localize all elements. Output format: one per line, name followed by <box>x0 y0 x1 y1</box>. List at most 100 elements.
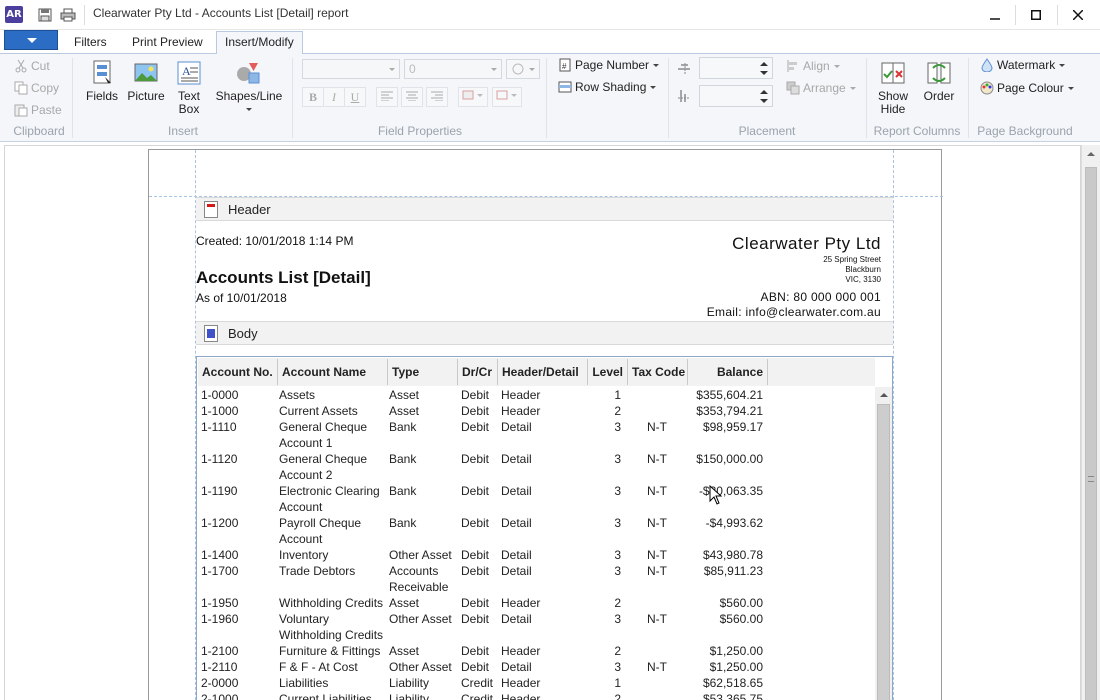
table-row[interactable]: 1-1700 Trade Debtors Accounts Receivable Deb… <box>197 563 894 595</box>
top-position-spinner[interactable] <box>699 85 773 107</box>
minimize-button[interactable] <box>974 0 1016 30</box>
fields-button[interactable]: Fields <box>84 59 120 103</box>
cell-name: Withholding Credits <box>279 628 384 642</box>
cell-no: 1-1200 <box>201 516 239 530</box>
cell-level: 3 <box>614 516 621 530</box>
cell-type: Liability <box>389 676 430 690</box>
table-row[interactable]: 2-0000 Liabilities Liability Credit Header 1 $… <box>197 675 894 691</box>
table-row[interactable]: 1-1960 Voluntary Withholding Credits Other … <box>197 611 894 643</box>
table-row[interactable]: 1-1400 Inventory Other Asset Debit Detail 3 N-… <box>197 547 894 563</box>
tab-insert-modify[interactable]: Insert/Modify <box>216 31 303 55</box>
address-line-3[interactable]: VIC, 3130 <box>845 275 881 284</box>
table-vertical-scrollbar[interactable] <box>875 387 892 700</box>
page-background-group-label: Page Background <box>977 124 1073 138</box>
show-hide-button[interactable]: Show Hide <box>874 59 912 116</box>
font-size-combo[interactable]: 0 <box>404 59 502 79</box>
fill-color-button[interactable] <box>458 87 488 107</box>
border-color-button[interactable] <box>492 87 522 107</box>
column-header-level[interactable]: Level <box>588 359 628 385</box>
table-row[interactable]: 1-1110 General Cheque Account 1 Bank Debit De… <box>197 419 894 451</box>
print-icon[interactable] <box>60 7 76 23</box>
cell-no: 1-1190 <box>201 484 238 498</box>
canvas-vertical-scrollbar[interactable] <box>1081 145 1100 700</box>
pen-icon <box>512 63 524 75</box>
left-position-spinner[interactable] <box>699 57 773 79</box>
arrange-button[interactable]: Arrange <box>786 79 856 97</box>
group-separator <box>292 58 293 138</box>
cell-level: 2 <box>614 692 621 700</box>
bold-button[interactable]: B <box>302 87 324 107</box>
page-number-button[interactable]: # Page Number <box>558 56 660 74</box>
font-color-button[interactable] <box>506 59 540 79</box>
align-button[interactable]: Align <box>786 57 840 75</box>
cut-button[interactable]: Cut <box>14 57 50 75</box>
font-size-value: 0 <box>409 62 416 76</box>
column-header-dr-cr[interactable]: Dr/Cr <box>458 359 498 385</box>
column-header-header-detail[interactable]: Header/Detail <box>498 359 588 385</box>
table-row[interactable]: 1-2100 Furniture & Fittings Asset Debit Head… <box>197 643 894 659</box>
spin-up-icon <box>760 90 768 94</box>
table-row[interactable]: 1-1190 Electronic Clearing Account Bank Debi… <box>197 483 894 515</box>
report-title[interactable]: Accounts List [Detail] <box>196 268 371 288</box>
close-button[interactable] <box>1057 0 1099 30</box>
scroll-up-icon[interactable] <box>880 393 888 397</box>
table-row[interactable]: 1-0000 Assets Asset Debit Header 1 $355,604.21 <box>197 387 894 403</box>
tab-print-preview[interactable]: Print Preview <box>124 33 211 54</box>
picture-button[interactable]: Picture <box>126 59 166 103</box>
cell-tax: N-T <box>647 564 667 578</box>
table-row[interactable]: 1-1200 Payroll Cheque Account Bank Debit Deta… <box>197 515 894 547</box>
column-header-account-name[interactable]: Account Name <box>278 359 388 385</box>
cell-level: 3 <box>614 612 621 626</box>
column-header-type[interactable]: Type <box>388 359 458 385</box>
align-center-button[interactable] <box>401 87 423 107</box>
column-header-tax-code[interactable]: Tax Code <box>628 359 688 385</box>
maximize-button[interactable] <box>1015 0 1057 30</box>
cell-hd: Detail <box>501 612 532 626</box>
table-row[interactable]: 2-1000 Current Liabilities Liability Credit… <box>197 691 894 700</box>
table-row[interactable]: 1-1120 General Cheque Account 2 Bank Debit De… <box>197 451 894 483</box>
paste-button[interactable]: Paste <box>14 101 62 119</box>
row-shading-button[interactable]: Row Shading <box>558 78 657 96</box>
address-line-1[interactable]: 25 Spring Street <box>823 255 881 264</box>
abn-text[interactable]: ABN: 80 000 000 001 <box>761 290 881 304</box>
scrollbar-thumb[interactable] <box>877 404 890 700</box>
picture-icon <box>134 63 158 82</box>
column-header-account-no[interactable]: Account No. <box>198 359 278 385</box>
align-right-button[interactable] <box>426 87 448 107</box>
body-section-band[interactable]: Body <box>196 321 893 345</box>
italic-button[interactable]: I <box>323 87 345 107</box>
shapes-line-button[interactable]: Shapes/Line <box>214 59 284 116</box>
email-text[interactable]: Email: info@clearwater.com.au <box>707 305 881 319</box>
company-name[interactable]: Clearwater Pty Ltd <box>732 234 881 254</box>
underline-button[interactable]: U <box>344 87 366 107</box>
cell-type: Other Asset <box>389 612 452 626</box>
report-page: Header Created: 10/01/2018 1:14 PM Accou… <box>148 149 943 700</box>
align-left-button[interactable] <box>376 87 398 107</box>
file-menu-button[interactable] <box>4 30 58 50</box>
as-of-date[interactable]: As of 10/01/2018 <box>196 291 287 305</box>
group-separator <box>866 58 867 138</box>
page-colour-button[interactable]: Page Colour <box>980 79 1074 97</box>
table-row[interactable]: 1-1950 Withholding Credits Asset Debit Heade… <box>197 595 894 611</box>
table-row[interactable]: 1-2110 F & F - At Cost Other Asset Debit Det… <box>197 659 894 675</box>
save-icon[interactable] <box>37 7 53 23</box>
app-icon: AR <box>5 6 23 23</box>
align-right-icon <box>431 91 443 102</box>
font-name-combo[interactable] <box>302 59 400 79</box>
tab-filters[interactable]: Filters <box>66 33 115 54</box>
header-section-band[interactable]: Header <box>196 197 893 221</box>
cell-name: Furniture & Fittings <box>279 644 381 658</box>
cell-balance: $98,959.17 <box>702 420 763 434</box>
order-button[interactable]: Order <box>919 59 959 103</box>
watermark-button[interactable]: Watermark <box>980 56 1066 74</box>
scroll-up-icon[interactable] <box>1087 152 1095 156</box>
created-timestamp[interactable]: Created: 10/01/2018 1:14 PM <box>196 234 353 248</box>
copy-button[interactable]: Copy <box>14 79 59 97</box>
address-line-2[interactable]: Blackburn <box>845 265 881 274</box>
cell-level: 2 <box>614 596 621 610</box>
scrollbar-thumb[interactable] <box>1085 167 1097 700</box>
show-hide-label-2: Hide <box>880 102 906 116</box>
column-header-balance[interactable]: Balance <box>688 359 768 385</box>
text-box-button[interactable]: A Text Box <box>171 59 207 116</box>
table-row[interactable]: 1-1000 Current Assets Asset Debit Header 2 $35… <box>197 403 894 419</box>
